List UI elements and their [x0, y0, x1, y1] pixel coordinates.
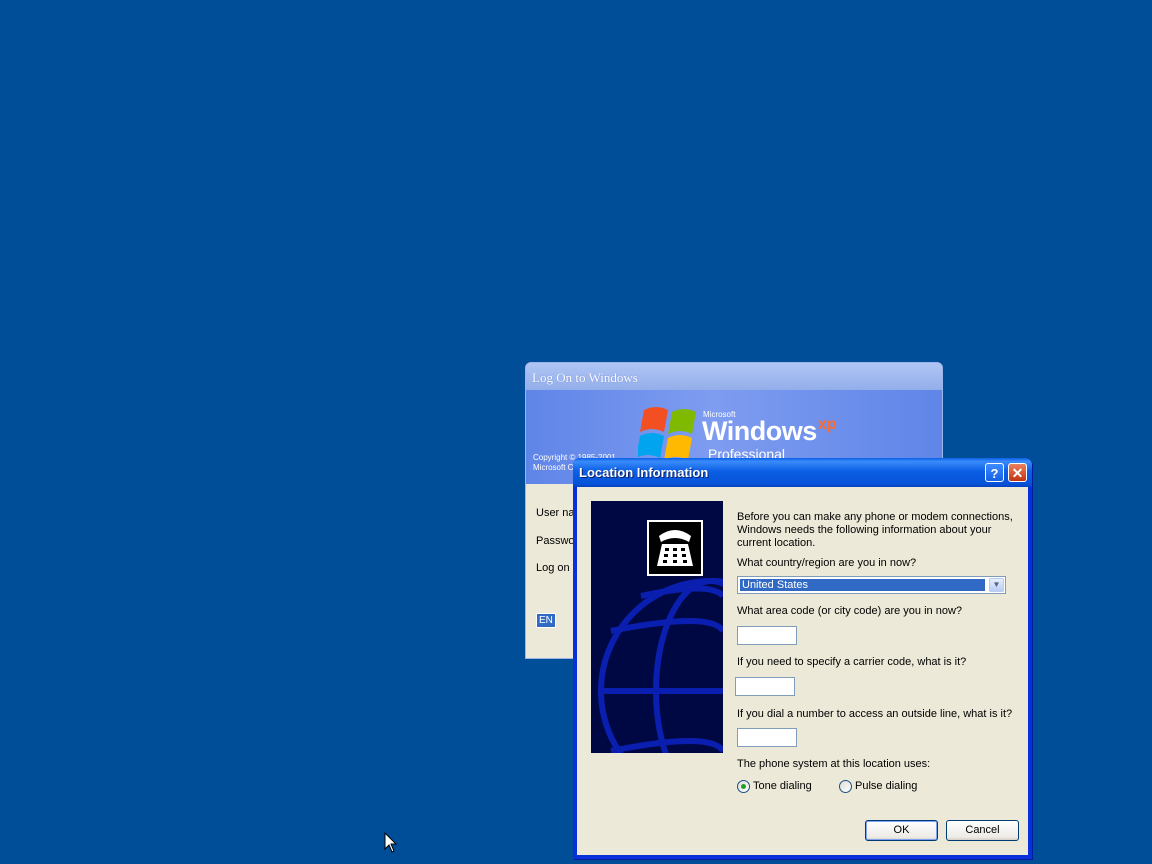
area-code-input[interactable]: [737, 626, 797, 645]
phone-system-label: The phone system at this location uses:: [737, 758, 931, 770]
close-button[interactable]: ✕: [1008, 463, 1027, 482]
pulse-dialing-label[interactable]: Pulse dialing: [855, 780, 917, 792]
country-value: United States: [740, 579, 985, 591]
logon-titlebar[interactable]: Log On to Windows: [526, 363, 942, 390]
intro-text: Before you can make any phone or modem c…: [737, 511, 1013, 549]
outside-line-label: If you dial a number to access an outsid…: [737, 708, 1013, 720]
telephone-icon: [645, 518, 705, 578]
area-code-label: What area code (or city code) are you in…: [737, 605, 963, 617]
mouse-pointer-icon: [384, 832, 398, 853]
username-label: User na: [536, 507, 575, 519]
language-indicator[interactable]: EN: [536, 613, 556, 628]
carrier-code-input[interactable]: [735, 677, 795, 696]
tone-dialing-label[interactable]: Tone dialing: [753, 780, 812, 792]
location-title: Location Information: [579, 465, 709, 480]
country-label: What country/region are you in now?: [737, 557, 917, 569]
country-select[interactable]: United States ▼: [737, 576, 1006, 594]
logon-to-label: Log on t: [536, 562, 576, 574]
logon-title: Log On to Windows: [532, 370, 638, 385]
xp-wordmark: xp: [818, 416, 837, 433]
cancel-button[interactable]: Cancel: [946, 820, 1019, 841]
outside-line-input[interactable]: [737, 728, 797, 747]
help-button[interactable]: ?: [985, 463, 1004, 482]
pulse-dialing-radio[interactable]: [839, 780, 852, 793]
password-label: Passwo: [536, 535, 575, 547]
location-titlebar[interactable]: Location Information ? ✕: [573, 458, 1032, 487]
location-information-dialog: Location Information ? ✕ Before you can …: [573, 458, 1032, 859]
windows-wordmark: Windows: [702, 416, 817, 446]
chevron-down-icon[interactable]: ▼: [989, 578, 1004, 592]
ok-button[interactable]: OK: [865, 820, 938, 841]
radio-selected-dot: [741, 784, 746, 789]
windows-flag-icon: [638, 407, 696, 460]
tone-dialing-radio[interactable]: [737, 780, 750, 793]
carrier-code-label: If you need to specify a carrier code, w…: [737, 656, 967, 668]
globe-phone-illustration: [591, 501, 723, 753]
location-client-area: Before you can make any phone or modem c…: [577, 487, 1028, 855]
